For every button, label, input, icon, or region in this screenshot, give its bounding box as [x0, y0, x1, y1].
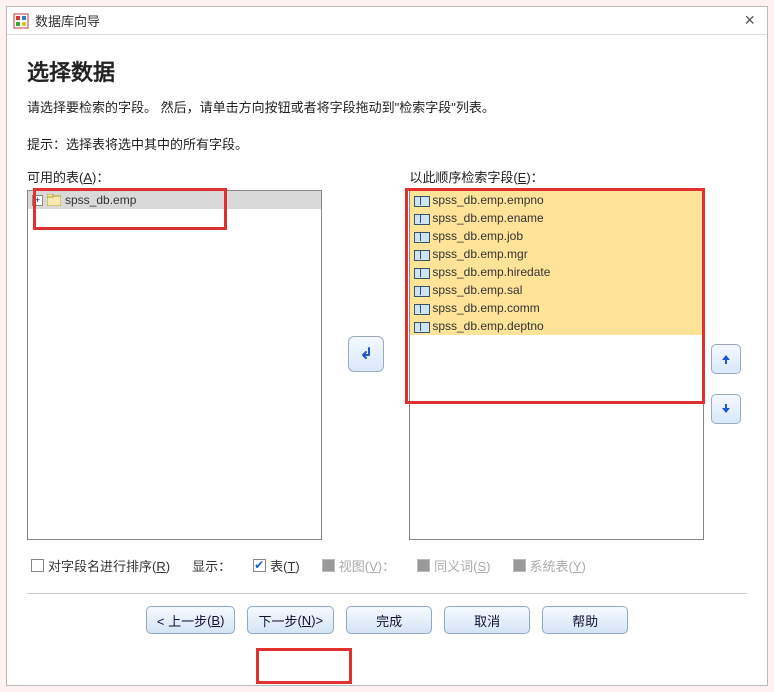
field-icon — [414, 284, 428, 296]
cancel-button[interactable]: 取消 — [444, 606, 530, 634]
field-icon — [414, 194, 428, 206]
page-description: 请选择要检索的字段。 然后，请单击方向按钮或者将字段拖动到"检索字段"列表。 — [27, 97, 747, 116]
next-button[interactable]: 下一步(N) > — [247, 606, 334, 634]
annotation-box — [256, 648, 352, 684]
field-icon — [414, 302, 428, 314]
field-item[interactable]: spss_db.emp.hiredate — [410, 263, 703, 281]
field-item[interactable]: spss_db.emp.comm — [410, 299, 703, 317]
field-item[interactable]: spss_db.emp.job — [410, 227, 703, 245]
field-label: spss_db.emp.hiredate — [432, 265, 550, 279]
close-icon[interactable]: × — [738, 10, 761, 31]
titlebar: 数据库向导 × — [7, 7, 767, 35]
divider — [27, 593, 747, 594]
show-label: 显示： — [192, 556, 231, 575]
show-synonyms-checkbox: 同义词(S) — [417, 556, 490, 575]
field-item[interactable]: spss_db.emp.sal — [410, 281, 703, 299]
field-label: spss_db.emp.ename — [432, 211, 543, 225]
expand-icon[interactable]: + — [32, 195, 43, 206]
move-up-button[interactable] — [711, 344, 741, 374]
field-label: spss_db.emp.empno — [432, 193, 543, 207]
show-systables-checkbox: 系统表(Y) — [513, 556, 586, 575]
field-label: spss_db.emp.mgr — [432, 247, 527, 261]
help-button[interactable]: 帮助 — [542, 606, 628, 634]
field-icon — [414, 248, 428, 260]
field-icon — [414, 266, 428, 278]
move-down-button[interactable] — [711, 394, 741, 424]
finish-button[interactable]: 完成 — [346, 606, 432, 634]
field-item[interactable]: spss_db.emp.ename — [410, 209, 703, 227]
field-item[interactable]: spss_db.emp.mgr — [410, 245, 703, 263]
page-heading: 选择数据 — [27, 55, 747, 87]
field-item[interactable]: spss_db.emp.empno — [410, 191, 703, 209]
field-icon — [414, 230, 428, 242]
table-icon — [47, 194, 61, 206]
back-button[interactable]: < 上一步(B) — [146, 606, 236, 634]
field-label: spss_db.emp.deptno — [432, 319, 543, 333]
available-tables-list[interactable]: + spss_db.emp — [27, 190, 322, 540]
field-icon — [414, 212, 428, 224]
field-item[interactable]: spss_db.emp.deptno — [410, 317, 703, 335]
field-label: spss_db.emp.job — [432, 229, 523, 243]
page-hint: 提示：选择表将选中其中的所有字段。 — [27, 134, 747, 153]
options-row: 对字段名进行排序(R) 显示： 表(T) 视图(V)： 同义词(S) 系统表(Y… — [27, 556, 747, 575]
retrieve-fields-list[interactable]: spss_db.emp.empno spss_db.emp.ename spss_d… — [409, 190, 704, 540]
sort-fields-checkbox[interactable]: 对字段名进行排序(R) — [31, 556, 170, 575]
field-icon — [414, 320, 428, 332]
database-wizard-window: 数据库向导 × 选择数据 请选择要检索的字段。 然后，请单击方向按钮或者将字段拖… — [6, 6, 768, 686]
field-label: spss_db.emp.comm — [432, 301, 539, 315]
retrieve-fields-label: 以此顺序检索字段(E)： — [409, 167, 704, 186]
app-icon — [13, 13, 29, 29]
field-label: spss_db.emp.sal — [432, 283, 522, 297]
move-field-button[interactable] — [348, 336, 384, 372]
show-views-checkbox: 视图(V)： — [322, 556, 395, 575]
wizard-buttons: < 上一步(B) 下一步(N) > 完成 取消 帮助 — [27, 606, 747, 634]
tree-root-item[interactable]: + spss_db.emp — [28, 191, 321, 209]
tree-root-label: spss_db.emp — [65, 193, 136, 207]
show-tables-checkbox[interactable]: 表(T) — [253, 556, 300, 575]
available-tables-label: 可用的表(A)： — [27, 167, 322, 186]
window-title: 数据库向导 — [35, 11, 100, 30]
